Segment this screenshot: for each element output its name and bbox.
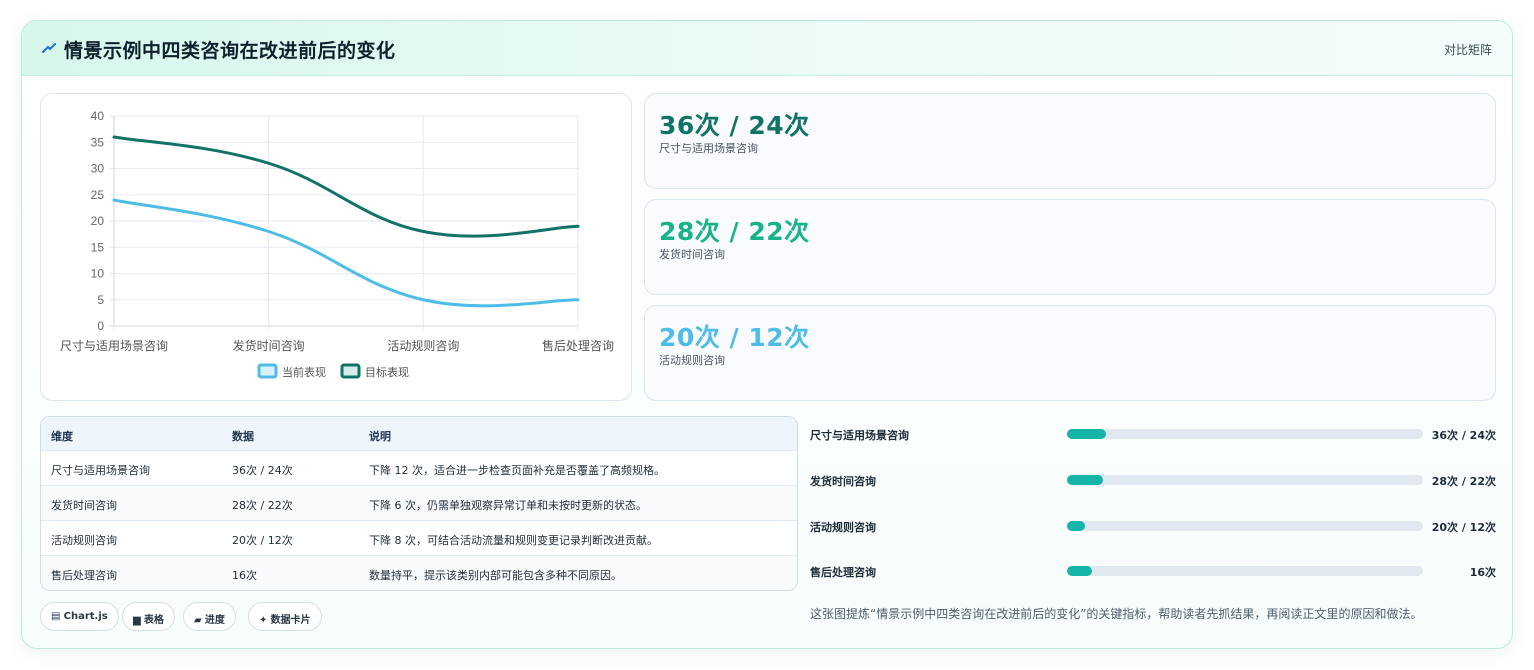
progress-label: 活动规则咨询 [810, 521, 876, 534]
chip-chartjs: ▤ Chart.js [40, 602, 119, 631]
card-header: 情景示例中四类咨询在改进前后的变化 对比矩阵 [22, 21, 1512, 76]
metric-card: 36次 / 24次 尺寸与适用场景咨询 [644, 93, 1496, 189]
progress-value: 28次 / 22次 [1431, 475, 1496, 488]
x-tick-label: 尺寸与适用场景咨询 [60, 338, 168, 353]
table-row: 尺寸与适用场景咨询 36次 / 24次 下降 12 次，适合进一步检查页面补充是… [41, 451, 797, 486]
chip-label: 数据卡片 [270, 615, 311, 626]
table-cell: 数量持平，提示该类别内部可能包含多种不同原因。 [369, 569, 622, 582]
progress-row: 售后处理咨询 16次 [810, 561, 1500, 581]
chart-icon: ▤ [51, 611, 61, 622]
y-tick-label: 10 [91, 267, 105, 281]
progress-track [1067, 521, 1423, 531]
legend-swatch [340, 363, 361, 379]
table-header-cell: 说明 [369, 430, 391, 443]
table-cell: 尺寸与适用场景咨询 [51, 464, 150, 477]
table-cell: 20次 / 12次 [232, 534, 293, 547]
metric-card: 28次 / 22次 发货时间咨询 [644, 199, 1496, 295]
y-tick-label: 20 [91, 214, 105, 228]
table-cell: 发货时间咨询 [51, 499, 117, 512]
table-row: 活动规则咨询 20次 / 12次 下降 8 次，可结合活动流量和规则变更记录判断… [41, 521, 797, 556]
chip-label: 表格 [143, 615, 164, 626]
metric-label: 尺寸与适用场景咨询 [659, 142, 758, 155]
chip-data-cards: ✦ 数据卡片 [248, 602, 322, 631]
table-cell: 28次 / 22次 [232, 499, 293, 512]
progress-track [1067, 475, 1423, 485]
progress-fill [1067, 475, 1103, 485]
summary-note: 这张图提炼“情景示例中四类咨询在改进前后的变化”的关键指标，帮助读者先抓结果，再… [810, 607, 1423, 621]
table-header-cell: 数据 [232, 430, 254, 443]
progress-icon: ▰ [194, 615, 202, 626]
table-cell: 下降 6 次，仍需单独观察异常订单和未按时更新的状态。 [369, 499, 647, 512]
table-cell: 活动规则咨询 [51, 534, 117, 547]
progress-row: 尺寸与适用场景咨询 36次 / 24次 [810, 424, 1500, 444]
table-cell: 16次 [232, 569, 257, 582]
table-cell: 售后处理咨询 [51, 569, 117, 582]
y-tick-label: 40 [91, 109, 105, 123]
metric-value: 28次 / 22次 [659, 217, 810, 246]
progress-value: 36次 / 24次 [1431, 429, 1496, 442]
y-tick-label: 15 [91, 240, 105, 254]
infographic-card: 情景示例中四类咨询在改进前后的变化 对比矩阵 0 5 10 15 20 25 30 35 40 尺… [21, 20, 1513, 649]
legend-swatch [257, 363, 278, 379]
series-line [112, 198, 580, 308]
metric-value: 36次 / 24次 [659, 111, 810, 140]
progress-track [1067, 566, 1423, 576]
table-cell: 下降 8 次，可结合活动流量和规则变更记录判断改进贡献。 [369, 534, 658, 547]
chip-label: Chart.js [63, 611, 108, 622]
progress-label: 尺寸与适用场景咨询 [810, 429, 909, 442]
legend-label: 目标表现 [365, 365, 409, 379]
y-tick-label: 25 [91, 188, 105, 202]
progress-fill [1067, 521, 1085, 531]
progress-label: 售后处理咨询 [810, 566, 876, 579]
progress-value: 16次 [1469, 566, 1496, 579]
y-tick-label: 0 [97, 319, 104, 333]
metric-label: 发货时间咨询 [659, 248, 725, 261]
x-tick-label: 活动规则咨询 [387, 338, 459, 353]
progress-fill [1067, 429, 1107, 439]
view-tag: 对比矩阵 [1443, 43, 1492, 57]
table-cell: 36次 / 24次 [232, 464, 293, 477]
x-tick-label: 售后处理咨询 [542, 338, 614, 353]
chip-progress: ▰ 进度 [183, 602, 236, 631]
progress-row: 发货时间咨询 28次 / 22次 [810, 470, 1500, 490]
legend-label: 当前表现 [282, 365, 326, 379]
table-row: 发货时间咨询 28次 / 22次 下降 6 次，仍需单独观察异常订单和未按时更新… [41, 486, 797, 521]
x-tick-label: 发货时间咨询 [233, 338, 305, 353]
progress-value: 20次 / 12次 [1431, 521, 1496, 534]
progress-row: 活动规则咨询 20次 / 12次 [810, 516, 1500, 536]
table-icon: ▆ [133, 615, 141, 626]
metric-value: 20次 / 12次 [659, 323, 810, 352]
sparkle-icon: ✦ [259, 615, 268, 626]
table-cell: 下降 12 次，适合进一步检查页面补充是否覆盖了高频规格。 [369, 464, 665, 477]
table-row: 售后处理咨询 16次 数量持平，提示该类别内部可能包含多种不同原因。 [41, 556, 797, 590]
y-tick-label: 5 [97, 293, 104, 307]
chip-table: ▆ 表格 [122, 602, 175, 631]
table-header-row: 维度 数据 说明 [41, 417, 797, 451]
data-table: 维度 数据 说明 尺寸与适用场景咨询 36次 / 24次 下降 12 次，适合进… [40, 416, 798, 591]
y-tick-label: 35 [91, 135, 105, 149]
chip-label: 进度 [204, 615, 225, 626]
progress-label: 发货时间咨询 [810, 475, 876, 488]
trend-icon [42, 43, 56, 53]
metric-label: 活动规则咨询 [659, 354, 725, 367]
line-chart-svg: 0 5 10 15 20 25 30 35 40 尺寸与适用场景咨询 发货时间咨询 活动规则咨询 售后处… [60, 109, 614, 379]
table-header-cell: 维度 [51, 430, 73, 443]
metric-card: 20次 / 12次 活动规则咨询 [644, 305, 1496, 401]
page-title: 情景示例中四类咨询在改进前后的变化 [64, 40, 396, 62]
line-chart: 0 5 10 15 20 25 30 35 40 尺寸与适用场景咨询 发货时间咨询 活动规则咨询 售后处… [40, 93, 632, 401]
progress-track [1067, 429, 1423, 439]
progress-fill [1067, 566, 1092, 576]
y-tick-label: 30 [91, 162, 105, 176]
